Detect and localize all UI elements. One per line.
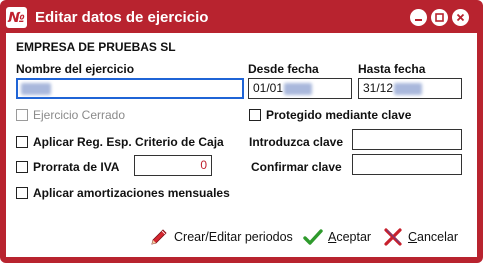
minimize-button[interactable] — [410, 9, 427, 26]
close-icon — [456, 13, 465, 22]
hasta-fecha-label: Hasta fecha — [358, 62, 426, 76]
hasta-fecha-input[interactable]: 31/12 — [358, 78, 462, 99]
desde-fecha-value: 01/01 — [253, 81, 284, 95]
pencil-icon — [151, 229, 167, 245]
dialog-window: № Editar datos de ejercicio EMPRESA DE P… — [0, 0, 483, 263]
introduzca-clave-input[interactable] — [352, 129, 462, 150]
title-bar[interactable]: № Editar datos de ejercicio — [0, 0, 483, 33]
confirmar-clave-input[interactable] — [352, 154, 462, 175]
redacted-year — [394, 82, 423, 95]
window-title: Editar datos de ejercicio — [35, 9, 209, 26]
minimize-icon — [415, 19, 422, 21]
company-name: EMPRESA DE PRUEBAS SL — [16, 40, 176, 54]
prorrata-value: 0 — [200, 158, 207, 172]
maximize-button[interactable] — [431, 9, 448, 26]
confirmar-clave-label: Confirmar clave — [251, 160, 342, 174]
cancelar-button[interactable]: Cancelar — [383, 227, 458, 247]
prorrata-checkbox[interactable] — [16, 161, 28, 173]
aceptar-label-rest: ceptar — [336, 230, 372, 244]
hasta-fecha-value: 31/12 — [363, 81, 394, 95]
ejercicio-cerrado-checkbox[interactable] — [16, 109, 28, 121]
prorrata-label: Prorrata de IVA — [33, 160, 120, 174]
nombre-ejercicio-input[interactable] — [16, 78, 244, 99]
close-button[interactable] — [452, 9, 469, 26]
crear-periodos-button[interactable]: Crear/Editar periodos — [149, 227, 293, 247]
introduzca-clave-label: Introduzca clave — [249, 135, 344, 149]
desde-fecha-input[interactable]: 01/01 — [248, 78, 352, 99]
criterio-caja-checkbox[interactable] — [16, 136, 28, 148]
crear-periodos-label: Crear/Editar periodos — [174, 230, 293, 244]
dialog-body: EMPRESA DE PRUEBAS SL Nombre del ejercic… — [6, 33, 477, 257]
aceptar-label: Aceptar — [328, 230, 371, 244]
app-logo-text: № — [8, 9, 25, 26]
maximize-icon — [435, 13, 444, 22]
ejercicio-cerrado-label: Ejercicio Cerrado — [33, 108, 126, 122]
redacted-year — [284, 82, 313, 95]
redacted-value — [21, 82, 51, 95]
app-logo-icon: № — [6, 7, 27, 28]
nombre-ejercicio-label: Nombre del ejercicio — [16, 62, 135, 76]
cancelar-label-rest: ancelar — [417, 230, 459, 244]
protegido-label: Protegido mediante clave — [266, 108, 412, 122]
criterio-caja-label: Aplicar Reg. Esp. Criterio de Caja — [33, 135, 224, 149]
amortizaciones-label: Aplicar amortizaciones mensuales — [33, 186, 230, 200]
cancelar-label: Cancelar — [408, 230, 458, 244]
cancelar-accesskey: C — [408, 230, 418, 244]
checkmark-icon — [303, 229, 323, 245]
amortizaciones-checkbox[interactable] — [16, 187, 28, 199]
cross-icon — [384, 228, 402, 246]
protegido-checkbox[interactable] — [249, 109, 261, 121]
desde-fecha-label: Desde fecha — [248, 62, 319, 76]
aceptar-button[interactable]: Aceptar — [303, 227, 371, 247]
prorrata-input[interactable]: 0 — [134, 155, 212, 176]
